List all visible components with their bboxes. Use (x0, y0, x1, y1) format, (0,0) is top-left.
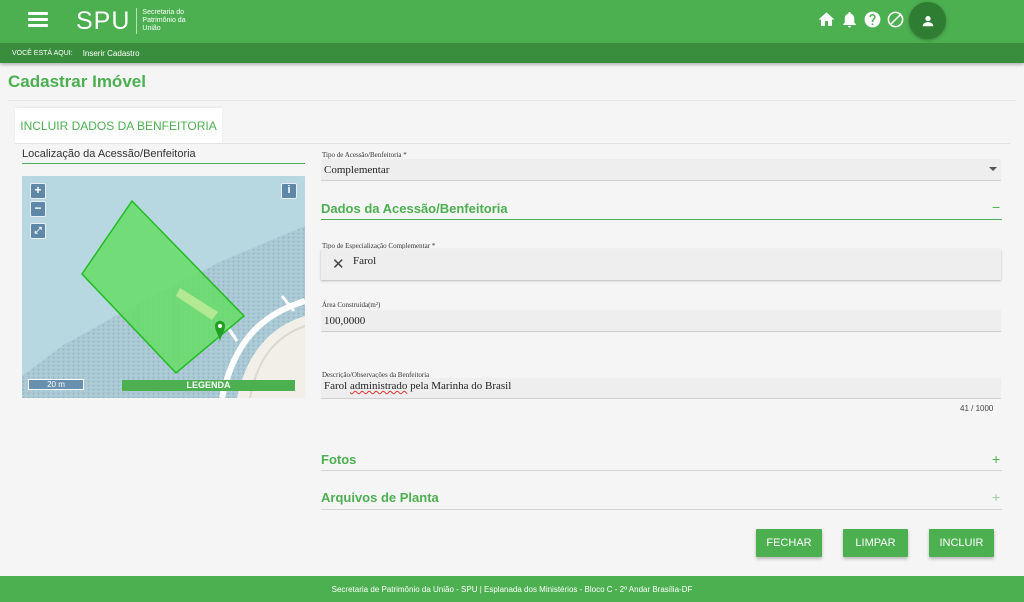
header-icons (816, 9, 905, 29)
incluir-button[interactable]: INCLUIR (929, 529, 994, 557)
fullscreen-icon[interactable]: ⤢ (30, 223, 46, 239)
clear-icon[interactable]: ✕ (332, 257, 345, 272)
map-title: Localização da Acessão/Benfeitoria (22, 148, 196, 160)
location-map[interactable]: + − ⤢ i 20 m LEGENDA (22, 176, 305, 398)
zoom-in-button[interactable]: + (30, 183, 46, 199)
collapse-dados-toggle[interactable]: − (992, 199, 1000, 215)
top-bar: SPU Secretaria do Patrimônio da União (0, 0, 1024, 43)
map-title-underline (22, 163, 305, 164)
breadcrumb: VOCÊ ESTÁ AQUI: Inserir Cadastro (0, 43, 1024, 63)
user-icon (922, 15, 933, 26)
especializacao-field[interactable]: ✕ Farol (321, 249, 1001, 280)
user-avatar[interactable] (909, 2, 946, 39)
spu-logo[interactable]: SPU Secretaria do Patrimônio da União (76, 5, 202, 37)
area-input[interactable]: 100,0000 (321, 310, 1001, 332)
map-canvas (22, 176, 305, 398)
tipo-value: Complementar (324, 163, 390, 176)
descricao-textarea[interactable]: Farol administrado pela Marinha do Brasi… (321, 378, 1001, 399)
help-icon[interactable] (862, 9, 882, 29)
section-arquivos-divider (321, 509, 1002, 510)
descricao-value: Farol administrado pela Marinha do Brasi… (324, 380, 512, 392)
section-fotos-divider (321, 470, 1002, 471)
title-divider (8, 100, 1016, 101)
area-value: 100,0000 (324, 314, 366, 327)
expand-fotos-toggle[interactable]: + (992, 451, 1000, 467)
limpar-button[interactable]: LIMPAR (843, 529, 908, 557)
section-arquivos-title[interactable]: Arquivos de Planta (321, 490, 439, 505)
tipo-label: Tipo de Acessão/Benfeitoria * (322, 151, 407, 159)
expand-arquivos-toggle[interactable]: + (992, 489, 1000, 505)
char-counter: 41 / 1000 (960, 404, 994, 413)
home-icon[interactable] (816, 9, 836, 29)
zoom-out-button[interactable]: − (30, 201, 46, 217)
menu-icon[interactable] (28, 12, 48, 28)
logo-text: SPU (76, 6, 131, 35)
map-info-button[interactable]: i (281, 183, 297, 199)
section-fotos-title[interactable]: Fotos (321, 452, 356, 467)
logo-subtitle: Secretaria do Patrimônio da União (142, 9, 186, 32)
page-title: Cadastrar Imóvel (8, 72, 146, 91)
chevron-down-icon (989, 167, 997, 171)
tipo-select[interactable]: Complementar (321, 159, 1001, 181)
bell-icon[interactable] (839, 9, 859, 29)
section-dados-title: Dados da Acessão/Benfeitoria (321, 201, 508, 216)
footer: Secretaria de Patrimônio da União - SPU … (0, 576, 1024, 602)
area-label: Área Construída(m²) (322, 301, 381, 309)
section-dados-divider (321, 219, 1002, 220)
map-scale: 20 m (28, 379, 84, 390)
tab-divider (15, 143, 1010, 144)
especializacao-value: Farol (353, 255, 377, 267)
legend-button[interactable]: LEGENDA (122, 380, 295, 391)
tab-incluir-dados[interactable]: INCLUIR DADOS DA BENFEITORIA (15, 108, 222, 144)
block-icon[interactable] (885, 9, 905, 29)
breadcrumb-label: VOCÊ ESTÁ AQUI: (12, 49, 73, 57)
fechar-button[interactable]: FECHAR (756, 529, 822, 557)
breadcrumb-current[interactable]: Inserir Cadastro (83, 49, 140, 58)
logo-divider (136, 8, 138, 34)
